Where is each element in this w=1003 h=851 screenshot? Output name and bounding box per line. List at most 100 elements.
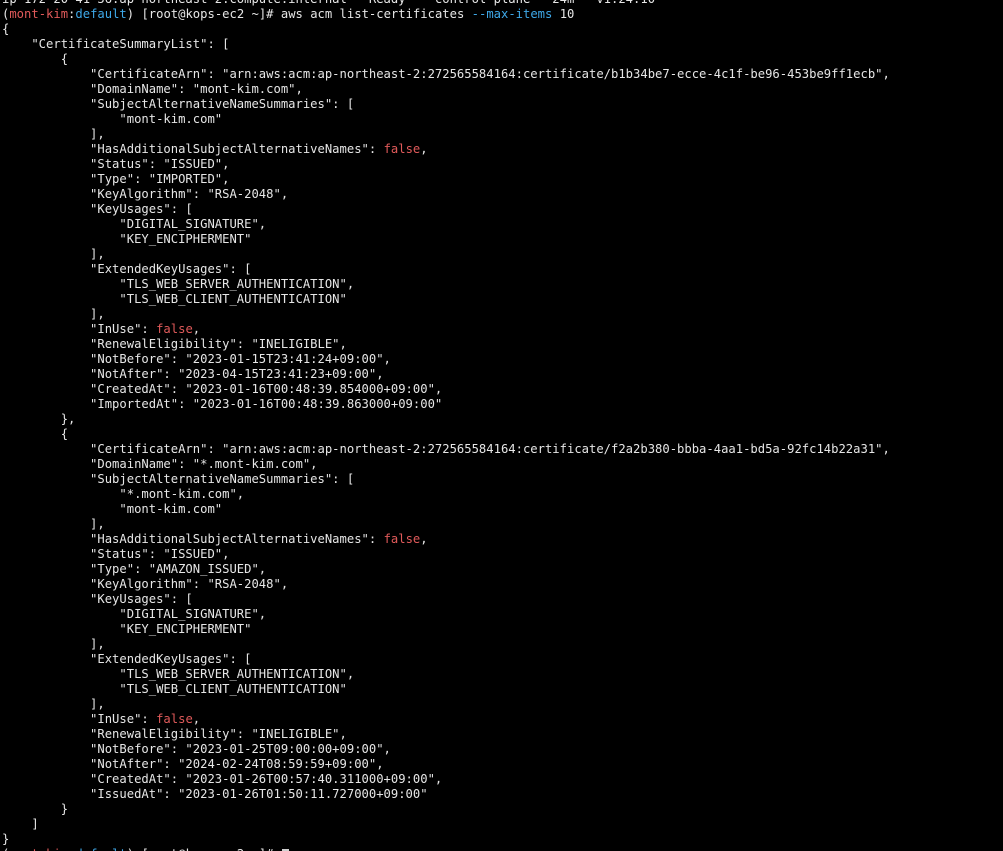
terminal-text-segment: "CreatedAt": "2023-01-16T00:48:39.854000… [2,382,443,396]
terminal-window[interactable]: ip-172-20-41-56.ap-northeast-2.compute.i… [0,0,1003,851]
terminal-text-segment: "KeyUsages": [ [2,202,193,216]
terminal-text-segment: "TLS_WEB_SERVER_AUTHENTICATION", [2,277,355,291]
terminal-text-segment: "TLS_WEB_CLIENT_AUTHENTICATION" [2,682,347,696]
terminal-line: "KeyAlgorithm": "RSA-2048", [2,577,890,592]
terminal-text-segment: "Type": "AMAZON_ISSUED", [2,562,267,576]
terminal-line: "KEY_ENCIPHERMENT" [2,622,890,637]
terminal-line: "InUse": false, [2,712,890,727]
terminal-line: "TLS_WEB_SERVER_AUTHENTICATION", [2,667,890,682]
terminal-text-segment: "ExtendedKeyUsages": [ [2,262,252,276]
terminal-line: { [2,52,890,67]
terminal-line: ], [2,307,890,322]
terminal-text-segment: "DIGITAL_SIGNATURE", [2,217,267,231]
terminal-text-segment: "NotAfter": "2024-02-24T08:59:59+09:00", [2,757,384,771]
terminal-text-segment: false [383,532,421,546]
terminal-line: { [2,22,890,37]
terminal-text-segment: false [156,322,193,336]
terminal-text-segment: ], [2,307,105,321]
terminal-line: "CreatedAt": "2023-01-26T00:57:40.311000… [2,772,890,787]
terminal-line: "HasAdditionalSubjectAlternativeNames": … [2,532,890,547]
terminal-text-segment: "Status": "ISSUED", [2,157,230,171]
terminal-text-segment: ] [2,817,39,831]
terminal-text-segment: "NotAfter": "2023-04-15T23:41:23+09:00", [2,367,384,381]
terminal-line: } [2,832,890,847]
terminal-text-segment: "KeyAlgorithm": "RSA-2048", [2,187,289,201]
terminal-line: "ImportedAt": "2023-01-16T00:48:39.86300… [2,397,890,412]
terminal-line: "ExtendedKeyUsages": [ [2,652,890,667]
terminal-text-segment: "CertificateArn": "arn:aws:acm:ap-northe… [2,67,890,81]
terminal-text-segment: "CreatedAt": "2023-01-26T00:57:40.311000… [2,772,443,786]
terminal-text-segment: "TLS_WEB_CLIENT_AUTHENTICATION" [2,292,347,306]
terminal-text-segment: { [2,427,69,441]
terminal-text-segment: 10 [552,7,575,21]
terminal-line: ], [2,637,890,652]
terminal-text-segment: "Type": "IMPORTED", [2,172,230,186]
terminal-text-segment: false [156,712,193,726]
terminal-line: "RenewalEligibility": "INELIGIBLE", [2,727,890,742]
terminal-line: "KeyUsages": [ [2,592,890,607]
terminal-line: (mont-kim:default) [root@kops-ec2 ~]# aw… [2,7,890,22]
terminal-text-segment: "IssuedAt": "2023-01-26T01:50:11.727000+… [2,787,428,801]
terminal-text-segment: "HasAdditionalSubjectAlternativeNames": [2,532,384,546]
terminal-line: "KeyUsages": [ [2,202,890,217]
terminal-text-segment: default [75,7,127,21]
terminal-line: ], [2,697,890,712]
terminal-text-segment: "HasAdditionalSubjectAlternativeNames": [2,142,384,156]
terminal-text-segment: ip-172-20-41-56.ap-northeast-2.compute.i… [2,0,655,6]
terminal-text-segment: { [2,52,69,66]
terminal-line: { [2,427,890,442]
terminal-line: "NotAfter": "2024-02-24T08:59:59+09:00", [2,757,890,772]
terminal-text-segment: ], [2,247,105,261]
terminal-line: "CertificateArn": "arn:aws:acm:ap-northe… [2,67,890,82]
terminal-text-segment: "KeyAlgorithm": "RSA-2048", [2,577,289,591]
terminal-text-segment: "NotBefore": "2023-01-15T23:41:24+09:00"… [2,352,391,366]
terminal-line: "CertificateSummaryList": [ [2,37,890,52]
terminal-text-segment: "SubjectAlternativeNameSummaries": [ [2,97,355,111]
terminal-text-segment: ], [2,697,105,711]
shell-prompt-line: (mont-kim:default) [root@kops-ec2 ~]# [2,847,890,851]
terminal-line: "NotBefore": "2023-01-15T23:41:24+09:00"… [2,352,890,367]
terminal-text-segment: "KEY_ENCIPHERMENT" [2,622,252,636]
terminal-text-segment: }, [2,412,76,426]
terminal-line: "SubjectAlternativeNameSummaries": [ [2,97,890,112]
terminal-line: "SubjectAlternativeNameSummaries": [ [2,472,890,487]
terminal-text-segment: "DomainName": "mont-kim.com", [2,82,303,96]
terminal-text-segment: "InUse": [2,712,157,726]
terminal-text-segment: --max-items [471,7,553,21]
terminal-text-segment: mont-kim [9,847,68,851]
terminal-text-segment: { [2,22,10,36]
terminal-line: ], [2,247,890,262]
terminal-text-segment: , [192,322,201,336]
terminal-line: "Status": "ISSUED", [2,547,890,562]
terminal-output: ip-172-20-41-56.ap-northeast-2.compute.i… [2,0,890,851]
terminal-line: "NotBefore": "2023-01-25T09:00:00+09:00"… [2,742,890,757]
terminal-line: }, [2,412,890,427]
terminal-text-segment: "RenewalEligibility": "INELIGIBLE", [2,727,347,741]
terminal-line: ], [2,127,890,142]
terminal-text-segment: ) [root@kops-ec2 ~]# [127,847,281,851]
terminal-line: ip-172-20-41-56.ap-northeast-2.compute.i… [2,0,890,7]
terminal-text-segment: "DomainName": "*.mont-kim.com", [2,457,318,471]
terminal-line: "DomainName": "mont-kim.com", [2,82,890,97]
terminal-text-segment: "NotBefore": "2023-01-25T09:00:00+09:00"… [2,742,391,756]
terminal-text-segment: "DIGITAL_SIGNATURE", [2,607,267,621]
terminal-line: "NotAfter": "2023-04-15T23:41:23+09:00", [2,367,890,382]
terminal-line: "TLS_WEB_CLIENT_AUTHENTICATION" [2,292,890,307]
terminal-text-segment: "RenewalEligibility": "INELIGIBLE", [2,337,347,351]
terminal-text-segment: ) [root@kops-ec2 ~]# aws acm list-certif… [126,7,472,21]
terminal-line: "KEY_ENCIPHERMENT" [2,232,890,247]
terminal-text-segment: , [420,142,428,156]
terminal-text-segment: , [420,532,428,546]
terminal-line: "CreatedAt": "2023-01-16T00:48:39.854000… [2,382,890,397]
terminal-text-segment: ], [2,517,105,531]
terminal-text-segment: "mont-kim.com" [2,502,223,516]
terminal-text-segment: "KEY_ENCIPHERMENT" [2,232,252,246]
terminal-line: "DomainName": "*.mont-kim.com", [2,457,890,472]
terminal-line: "IssuedAt": "2023-01-26T01:50:11.727000+… [2,787,890,802]
terminal-line: "ExtendedKeyUsages": [ [2,262,890,277]
terminal-line: "Status": "ISSUED", [2,157,890,172]
terminal-text-segment: "mont-kim.com" [2,112,223,126]
terminal-text-segment: "ExtendedKeyUsages": [ [2,652,252,666]
terminal-text-segment: "CertificateArn": "arn:aws:acm:ap-northe… [2,442,890,456]
terminal-line: "CertificateArn": "arn:aws:acm:ap-northe… [2,442,890,457]
